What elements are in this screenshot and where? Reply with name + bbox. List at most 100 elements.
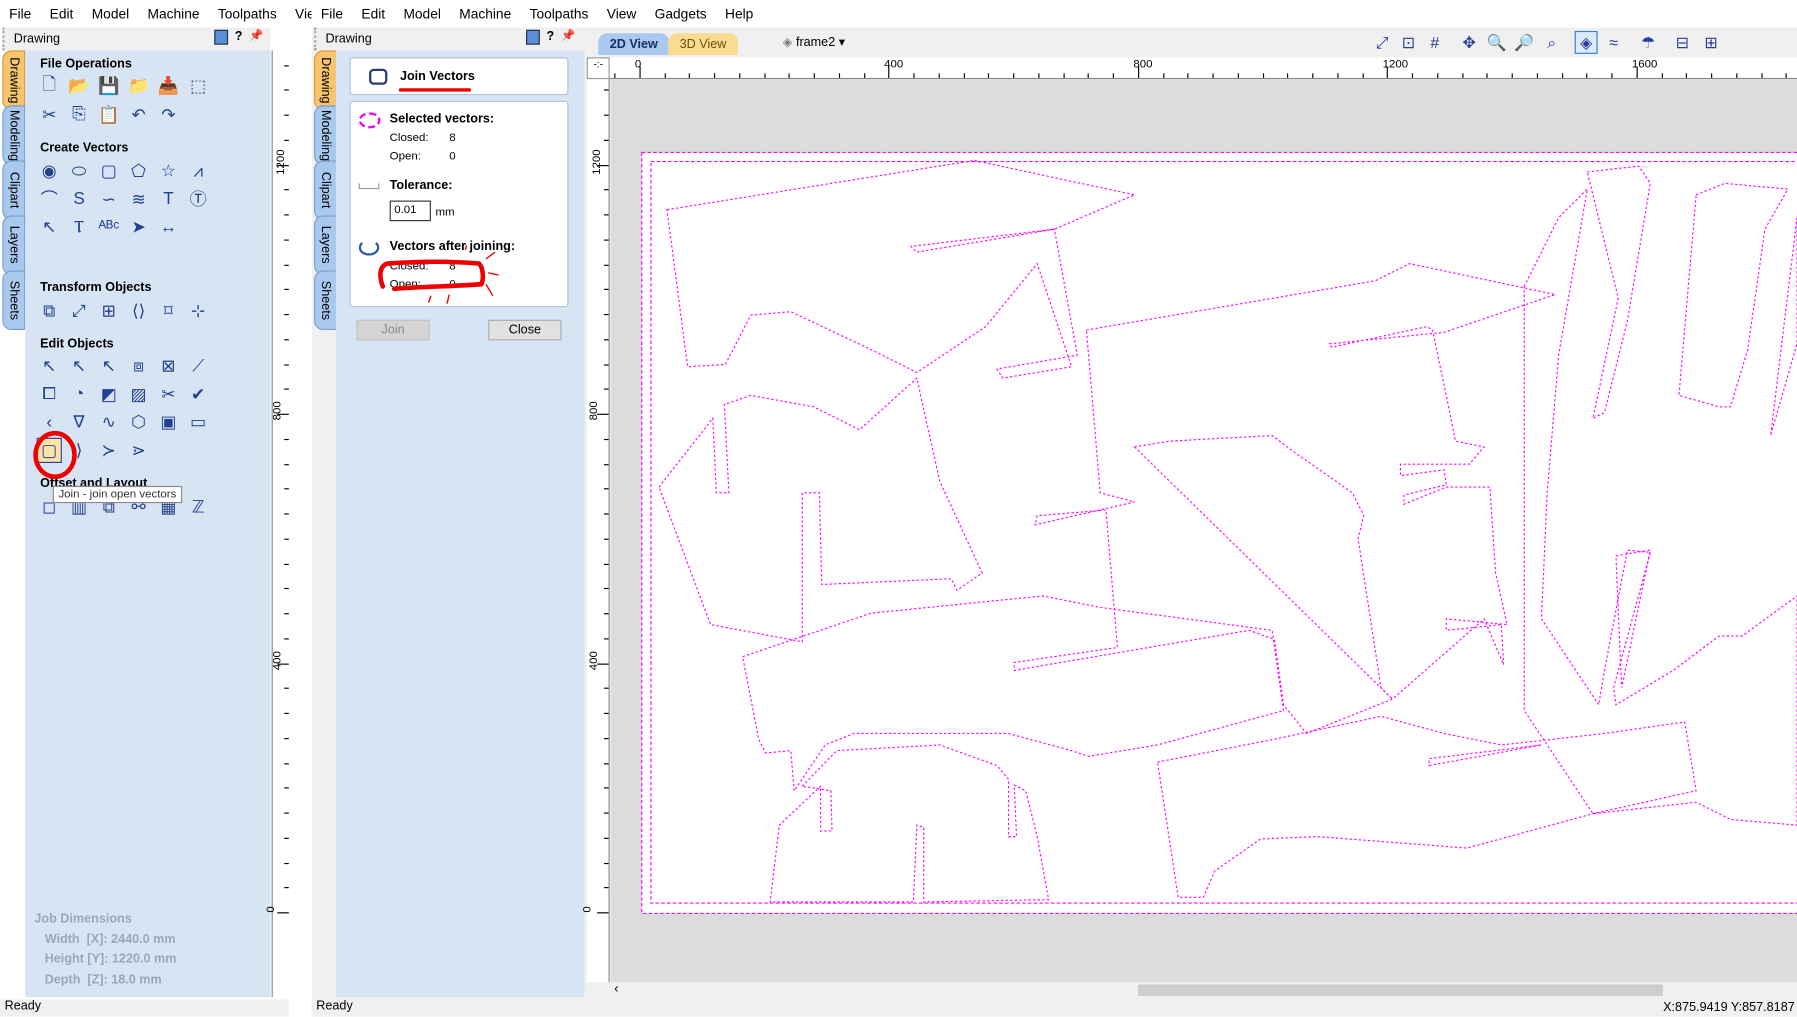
zoom-selection-icon[interactable]: ⌕: [1540, 31, 1563, 54]
menu-model[interactable]: Model: [83, 6, 139, 22]
help-button[interactable]: ?: [235, 30, 243, 45]
draw-bitmap-icon[interactable]: ▣: [156, 409, 181, 434]
side-tab-modeling[interactable]: Modeling: [314, 105, 337, 166]
ellipse-icon[interactable]: ⬭: [66, 158, 91, 183]
paste-icon[interactable]: 📋: [96, 101, 121, 126]
side-tab-layers[interactable]: Layers: [314, 215, 337, 276]
wave-icon[interactable]: ≋: [126, 186, 151, 211]
curve-icon[interactable]: S: [66, 186, 91, 211]
zoom-box-icon[interactable]: ⊡: [1397, 31, 1420, 54]
scroll-left-arrow[interactable]: ‹: [614, 982, 618, 996]
menu-toolpaths[interactable]: Toolpaths: [209, 6, 286, 22]
split-horizontal-icon[interactable]: ⊟: [1671, 31, 1694, 54]
scale-icon[interactable]: ⤢: [66, 298, 91, 323]
smooth-icon[interactable]: ∿: [96, 409, 121, 434]
horizontal-scrollbar[interactable]: ‹: [610, 982, 1797, 999]
side-tab-drawing[interactable]: Drawing: [2, 50, 26, 111]
menu-machine[interactable]: Machine: [138, 6, 208, 22]
side-tab-clipart[interactable]: Clipart: [314, 160, 337, 221]
side-tab-sheets[interactable]: Sheets: [2, 270, 26, 331]
tab-2d-view[interactable]: 2D View: [598, 33, 670, 56]
subtract-icon[interactable]: ◔: [66, 381, 91, 406]
mirror-icon[interactable]: ⟨⟩: [126, 298, 151, 323]
pin-icon[interactable]: 📌: [561, 30, 575, 45]
tab-3d-view[interactable]: 3D View: [668, 33, 738, 56]
menu-help[interactable]: Help: [716, 6, 763, 22]
circle-icon[interactable]: ◉: [37, 158, 62, 183]
dimension-icon[interactable]: ↔: [156, 214, 181, 239]
scrollbar-thumb[interactable]: [1138, 984, 1663, 996]
help-button[interactable]: ?: [546, 30, 554, 45]
move-icon[interactable]: ⧉: [37, 298, 62, 323]
trim-icon[interactable]: ▨: [126, 381, 151, 406]
text-box-icon[interactable]: Ⓣ: [186, 186, 211, 211]
extend-icon[interactable]: ⋗: [126, 437, 151, 462]
copy-icon[interactable]: ⎘: [66, 101, 91, 126]
polyline-icon[interactable]: ⩘: [186, 158, 211, 183]
menu-gadgets[interactable]: Gadgets: [646, 6, 716, 22]
pan-icon[interactable]: ✥: [1458, 31, 1481, 54]
center-icon[interactable]: ⊹: [186, 298, 211, 323]
dimension-arrow-icon[interactable]: ➤: [126, 214, 151, 239]
side-tab-sheets[interactable]: Sheets: [314, 270, 337, 331]
check-icon[interactable]: ✔: [186, 381, 211, 406]
arc-icon[interactable]: ⌒: [37, 186, 62, 211]
side-tab-drawing[interactable]: Drawing: [314, 50, 337, 111]
menu-machine[interactable]: Machine: [450, 6, 520, 22]
join-closed-icon[interactable]: ⬡: [126, 409, 151, 434]
menu-edit[interactable]: Edit: [352, 6, 394, 22]
join-button[interactable]: Join: [356, 319, 430, 341]
close-button[interactable]: Close: [488, 319, 562, 341]
intersect-icon[interactable]: ◩: [96, 381, 121, 406]
distort-icon[interactable]: ⌑: [156, 298, 181, 323]
polygon-icon[interactable]: ⬠: [126, 158, 151, 183]
star-icon[interactable]: ☆: [156, 158, 181, 183]
menu-file[interactable]: File: [0, 6, 41, 22]
side-tab-modeling[interactable]: Modeling: [2, 105, 26, 166]
menu-edit[interactable]: Edit: [41, 6, 83, 22]
ruler-corner[interactable]: -:-: [586, 57, 610, 80]
pin-icon[interactable]: 📌: [249, 30, 263, 45]
menu-model[interactable]: Model: [394, 6, 450, 22]
ungroup-icon[interactable]: ⊠: [156, 353, 181, 378]
arc-text-icon[interactable]: ᴬᴮᶜ: [96, 214, 121, 239]
measure-icon[interactable]: ⟋: [186, 353, 211, 378]
side-tab-clipart[interactable]: Clipart: [2, 160, 26, 221]
rectangle-icon[interactable]: ▢: [96, 158, 121, 183]
text-frame-icon[interactable]: Ⲧ: [66, 214, 91, 239]
drawing-canvas[interactable]: [610, 79, 1797, 983]
show-vectors-icon[interactable]: ◈: [1574, 30, 1598, 54]
fillet-icon[interactable]: ≻: [96, 437, 121, 462]
undo-icon[interactable]: ↶: [126, 101, 151, 126]
open-folder-icon[interactable]: 📁: [126, 73, 151, 98]
dock-expand-icon[interactable]: [214, 29, 228, 45]
zoom-extents-icon[interactable]: ⤢: [1371, 31, 1394, 54]
scissors-icon[interactable]: ✂: [156, 381, 181, 406]
split-vertical-icon[interactable]: ⊞: [1700, 31, 1723, 54]
dock-expand-icon[interactable]: [525, 29, 540, 45]
material-icon[interactable]: ☂: [1637, 31, 1660, 54]
select-icon[interactable]: ↖: [37, 353, 62, 378]
new-file-icon[interactable]: 🗋: [37, 73, 62, 98]
side-tab-layers[interactable]: Layers: [2, 215, 26, 276]
menu-toolpaths[interactable]: Toolpaths: [520, 6, 597, 22]
cut-icon[interactable]: ✂: [37, 101, 62, 126]
group-icon[interactable]: ⧈: [126, 353, 151, 378]
align-icon[interactable]: ⊞: [96, 298, 121, 323]
layer-dropdown[interactable]: ◈ frame2 ▾: [783, 34, 845, 50]
zigzag-icon[interactable]: ℤ: [186, 494, 211, 519]
toggle-toolpaths-icon[interactable]: ≈: [1602, 31, 1625, 54]
trace-bitmap-icon[interactable]: ▭: [186, 409, 211, 434]
zoom-in-icon[interactable]: 🔍: [1485, 31, 1508, 54]
select-all-icon[interactable]: ⬚: [186, 73, 211, 98]
transform-select-icon[interactable]: ↖: [96, 353, 121, 378]
save-file-icon[interactable]: 💾: [96, 73, 121, 98]
weld-icon[interactable]: ⧠: [37, 381, 62, 406]
zoom-out-icon[interactable]: 🔎: [1513, 31, 1536, 54]
text-on-curve-icon[interactable]: ↖: [37, 214, 62, 239]
redo-icon[interactable]: ↷: [156, 101, 181, 126]
node-edit-icon[interactable]: ↖: [66, 353, 91, 378]
menu-view[interactable]: View: [598, 6, 646, 22]
menu-file[interactable]: File: [312, 6, 353, 22]
grid-icon[interactable]: #: [1423, 31, 1446, 54]
